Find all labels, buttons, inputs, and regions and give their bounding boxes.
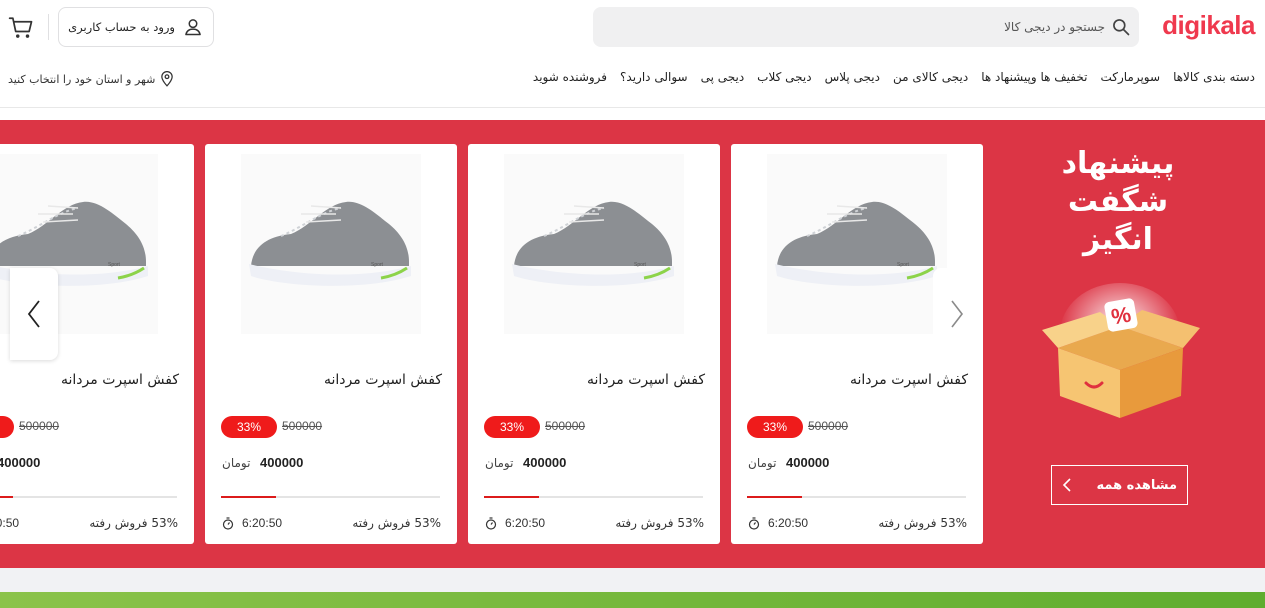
svg-text:Sport: Sport bbox=[897, 262, 910, 268]
cart-icon[interactable] bbox=[8, 15, 34, 41]
countdown-timer: 6:20:50 bbox=[485, 516, 545, 530]
product-title[interactable]: کفش اسپرت مردانه bbox=[850, 372, 968, 388]
countdown-time: 6:20:50 bbox=[0, 516, 20, 530]
sold-percent-label: 53% فروش رفته bbox=[878, 516, 967, 530]
old-price: 500000 bbox=[282, 419, 323, 433]
sold-percent-label: 53% فروش رفته bbox=[89, 516, 178, 530]
sold-progress-fill bbox=[747, 496, 802, 498]
sold-percent-label: 53% فروش رفته bbox=[352, 516, 441, 530]
old-price: 500000 bbox=[808, 419, 849, 433]
amazing-offer-band: پیشنهاد شگفت انگیز % مشاهده همه Sport کف… bbox=[0, 120, 1265, 568]
svg-text:Sport: Sport bbox=[371, 262, 384, 268]
user-icon bbox=[185, 19, 201, 36]
sold-percent-label: 53% فروش رفته bbox=[615, 516, 704, 530]
discount-badge: 33% bbox=[0, 416, 14, 438]
next-section-banner bbox=[0, 592, 1265, 608]
sold-progress-fill bbox=[221, 496, 276, 498]
header-divider bbox=[48, 14, 49, 40]
stopwatch-icon bbox=[485, 516, 497, 530]
product-image: Sport bbox=[241, 154, 421, 334]
currency-label: تومان bbox=[748, 456, 777, 470]
countdown-time: 6:20:50 bbox=[505, 516, 546, 530]
product-image: Sport bbox=[767, 154, 947, 334]
sold-progress-fill bbox=[484, 496, 539, 498]
chevron-right-icon bbox=[951, 300, 964, 328]
price: 400000 bbox=[260, 455, 304, 470]
product-title[interactable]: کفش اسپرت مردانه bbox=[61, 372, 179, 388]
price: 400000 bbox=[0, 455, 41, 470]
sold-progress-bar bbox=[747, 496, 966, 498]
location-label: شهر و استان خود را انتخاب کنید bbox=[8, 72, 156, 86]
countdown-timer: 6:20:50 bbox=[0, 516, 19, 530]
discount-badge: 33% bbox=[221, 416, 277, 438]
gift-box-illustration: % bbox=[1042, 283, 1200, 418]
nav-item-offers[interactable]: تخفیف ها وپیشنهاد ها bbox=[981, 70, 1087, 84]
product-title[interactable]: کفش اسپرت مردانه bbox=[587, 372, 705, 388]
promo-title-line2: شگفت bbox=[1067, 184, 1169, 219]
search-box[interactable] bbox=[593, 7, 1139, 47]
section-spacer bbox=[0, 568, 1265, 592]
product-image: Sport bbox=[504, 154, 684, 334]
amazing-offer-title: پیشنهاد شگفت انگیز bbox=[1038, 145, 1198, 259]
nav-item-supermarket[interactable]: سوپرمارکت bbox=[1100, 70, 1160, 84]
old-price: 500000 bbox=[19, 419, 60, 433]
sold-progress-bar bbox=[484, 496, 703, 498]
sold-progress-bar bbox=[0, 496, 177, 498]
sold-progress-bar bbox=[221, 496, 440, 498]
price: 400000 bbox=[786, 455, 830, 470]
nav-item-digipay[interactable]: دیجی پی bbox=[701, 70, 745, 84]
login-button[interactable]: ورود به حساب کاربری bbox=[58, 7, 214, 47]
currency-label: تومان bbox=[222, 456, 251, 470]
countdown-timer: 6:20:50 bbox=[222, 516, 282, 530]
nav-item-categories[interactable]: دسته بندی کالاها bbox=[1173, 70, 1255, 84]
sold-progress-fill bbox=[0, 496, 13, 498]
product-title[interactable]: کفش اسپرت مردانه bbox=[324, 372, 442, 388]
stopwatch-icon bbox=[748, 516, 760, 530]
view-all-label: مشاهده همه bbox=[1096, 477, 1178, 493]
chevron-left-icon bbox=[27, 300, 40, 328]
promo-title-line3: انگیز bbox=[1083, 222, 1153, 257]
svg-text:Sport: Sport bbox=[108, 262, 121, 268]
main-nav: دسته بندی کالاها سوپرمارکت تخفیف ها وپیش… bbox=[520, 70, 1255, 84]
promo-title-line1: پیشنهاد bbox=[1061, 146, 1175, 181]
nav-item-my-digikala[interactable]: دیجی کالای من bbox=[893, 70, 968, 84]
product-card[interactable]: Sport کفش اسپرت مردانه 33% 500000 400000… bbox=[468, 144, 720, 544]
discount-badge: 33% bbox=[747, 416, 803, 438]
digikala-logo[interactable]: digikala bbox=[1162, 10, 1255, 41]
currency-label: تومان bbox=[485, 456, 514, 470]
location-pin-icon bbox=[161, 71, 174, 87]
discount-badge: 33% bbox=[484, 416, 540, 438]
countdown-timer: 6:20:50 bbox=[748, 516, 808, 530]
location-selector[interactable]: شهر و استان خود را انتخاب کنید bbox=[8, 71, 174, 87]
chevron-left-icon bbox=[1062, 478, 1071, 492]
old-price: 500000 bbox=[545, 419, 586, 433]
nav-item-faq[interactable]: سوالی دارید؟ bbox=[620, 70, 688, 84]
countdown-time: 6:20:50 bbox=[242, 516, 283, 530]
site-header: digikala ورود به حساب کاربری دسته بندی ک… bbox=[0, 0, 1265, 108]
carousel-next-button[interactable] bbox=[933, 268, 981, 360]
product-card[interactable]: Sport کفش اسپرت مردانه 33% 500000 400000… bbox=[205, 144, 457, 544]
countdown-time: 6:20:50 bbox=[768, 516, 809, 530]
svg-text:Sport: Sport bbox=[634, 262, 647, 268]
search-input[interactable] bbox=[645, 7, 1105, 47]
stopwatch-icon bbox=[222, 516, 234, 530]
view-all-button[interactable]: مشاهده همه bbox=[1051, 465, 1188, 505]
login-button-label: ورود به حساب کاربری bbox=[68, 20, 175, 34]
nav-item-digiplus[interactable]: دیجی پلاس bbox=[825, 70, 880, 84]
carousel-prev-button[interactable] bbox=[10, 268, 58, 360]
nav-item-digiclub[interactable]: دیجی کلاب bbox=[757, 70, 811, 84]
spacer bbox=[0, 108, 1265, 120]
search-icon[interactable] bbox=[1111, 17, 1131, 37]
price: 400000 bbox=[523, 455, 567, 470]
nav-item-become-seller[interactable]: فروشنده شوید bbox=[533, 70, 607, 84]
